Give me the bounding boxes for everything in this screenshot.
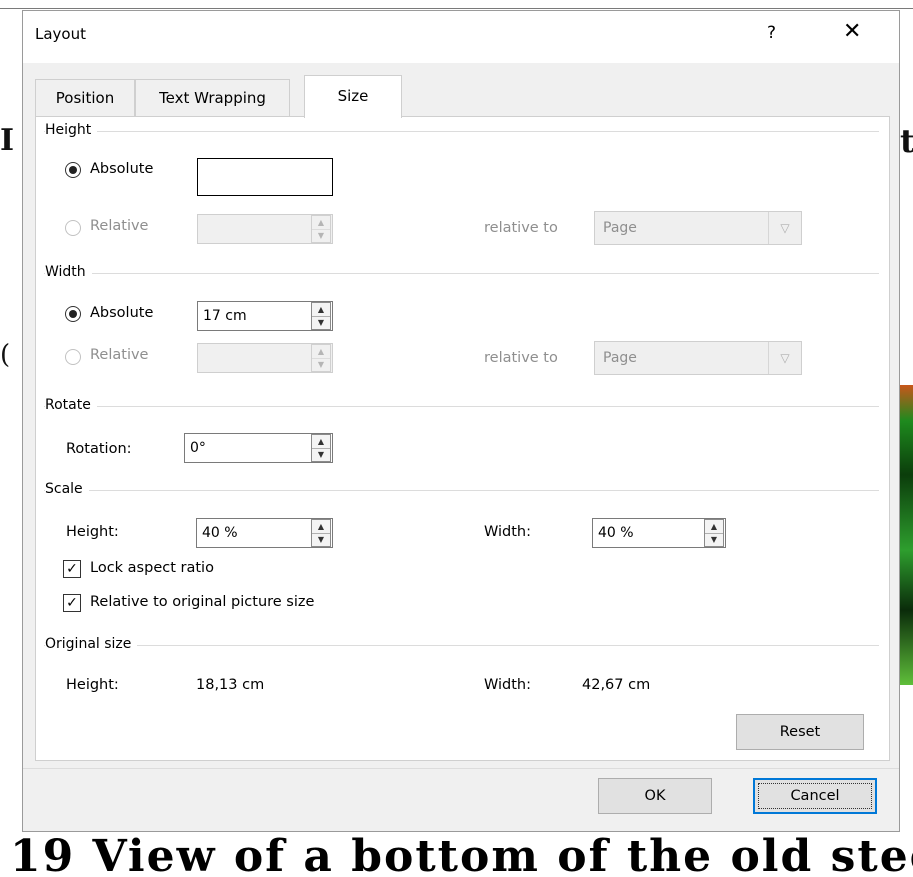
- spin-down-icon: ▼: [710, 535, 718, 544]
- size-tab-panel: Height Absolute Relative ▲ ▼ relative to…: [35, 116, 890, 761]
- spin-down-icon: ▼: [317, 318, 325, 327]
- spin-up-icon: ▲: [312, 216, 330, 230]
- height-relative-label: Relative: [90, 218, 149, 234]
- original-height-value: 18,13 cm: [196, 677, 265, 693]
- width-relative-spinner[interactable]: ▲ ▼: [311, 344, 331, 372]
- spin-down-icon: ▼: [317, 535, 325, 544]
- layout-dialog: Layout ? ✕ Position Text Wrapping Size H…: [22, 10, 900, 832]
- height-section-line: [44, 131, 879, 132]
- height-absolute-label: Absolute: [90, 161, 154, 177]
- dialog-titlebar: Layout ? ✕: [23, 11, 899, 63]
- scale-section-line: [44, 490, 879, 491]
- spin-down-icon: ▼: [317, 450, 325, 459]
- document-caption-fragment: 19 View of a bottom of the old steel: [10, 835, 913, 877]
- height-relative-radio[interactable]: [65, 220, 81, 236]
- original-width-label: Width:: [484, 677, 532, 693]
- spin-up-icon: ▲: [312, 520, 330, 534]
- rotate-section-line: [44, 406, 879, 407]
- width-relative-to-select[interactable]: Page ▽: [594, 341, 802, 375]
- reset-button[interactable]: Reset: [736, 714, 864, 750]
- chevron-down-icon: ▽: [768, 342, 801, 374]
- original-section-title: Original size: [45, 636, 138, 652]
- relative-original-checkbox[interactable]: ✓: [63, 594, 81, 612]
- rotation-label: Rotation:: [66, 441, 132, 457]
- chevron-down-icon: ▽: [768, 212, 801, 244]
- rotation-spinner[interactable]: ▲ ▼: [311, 434, 331, 462]
- width-absolute-spinner[interactable]: ▲ ▼: [311, 302, 331, 330]
- height-relative-to-select[interactable]: Page ▽: [594, 211, 802, 245]
- spin-up-icon: ▲: [312, 435, 330, 449]
- height-absolute-input[interactable]: [197, 158, 333, 196]
- spin-up-icon: ▲: [312, 303, 330, 317]
- spin-up-icon: ▲: [705, 520, 723, 534]
- relative-original-label: Relative to original picture size: [90, 594, 315, 610]
- width-absolute-radio[interactable]: [65, 306, 81, 322]
- ok-button[interactable]: OK: [598, 778, 712, 814]
- height-relative-to-value: Page: [603, 220, 637, 236]
- cancel-button[interactable]: Cancel: [753, 778, 877, 814]
- original-height-label: Height:: [66, 677, 119, 693]
- lock-aspect-label: Lock aspect ratio: [90, 560, 214, 576]
- spin-down-icon: ▼: [317, 231, 325, 240]
- height-relative-spinner[interactable]: ▲ ▼: [311, 215, 331, 243]
- lock-aspect-checkbox[interactable]: ✓: [63, 560, 81, 578]
- dialog-title: Layout: [35, 25, 86, 43]
- height-absolute-radio[interactable]: [65, 162, 81, 178]
- width-absolute-label: Absolute: [90, 305, 154, 321]
- height-section-title: Height: [45, 122, 98, 138]
- document-edge-line: [0, 8, 913, 9]
- scale-height-label: Height:: [66, 524, 119, 540]
- document-text-fragment-right: t: [900, 122, 913, 160]
- rotate-section-title: Rotate: [45, 397, 97, 413]
- tab-text-wrapping[interactable]: Text Wrapping: [135, 79, 290, 116]
- width-section-title: Width: [45, 264, 92, 280]
- width-relative-label: Relative: [90, 347, 149, 363]
- document-text-fragment-paren: (: [0, 340, 11, 370]
- height-relative-to-label: relative to: [484, 220, 558, 236]
- footer-separator: [23, 768, 899, 769]
- scale-height-spinner[interactable]: ▲ ▼: [311, 519, 331, 547]
- scale-width-label: Width:: [484, 524, 532, 540]
- scale-section-title: Scale: [45, 481, 89, 497]
- document-text-fragment-left: I: [0, 123, 15, 158]
- width-relative-to-value: Page: [603, 350, 637, 366]
- width-relative-to-label: relative to: [484, 350, 558, 366]
- help-button[interactable]: ?: [767, 23, 776, 43]
- width-section-line: [44, 273, 879, 274]
- spin-up-icon: ▲: [312, 345, 330, 359]
- original-width-value: 42,67 cm: [582, 677, 651, 693]
- spin-down-icon: ▼: [317, 360, 325, 369]
- tab-size[interactable]: Size: [304, 75, 402, 118]
- close-button[interactable]: ✕: [843, 19, 861, 44]
- width-relative-radio[interactable]: [65, 349, 81, 365]
- original-section-line: [44, 645, 879, 646]
- focus-rectangle: [758, 783, 872, 809]
- scale-width-spinner[interactable]: ▲ ▼: [704, 519, 724, 547]
- tab-position[interactable]: Position: [35, 79, 135, 116]
